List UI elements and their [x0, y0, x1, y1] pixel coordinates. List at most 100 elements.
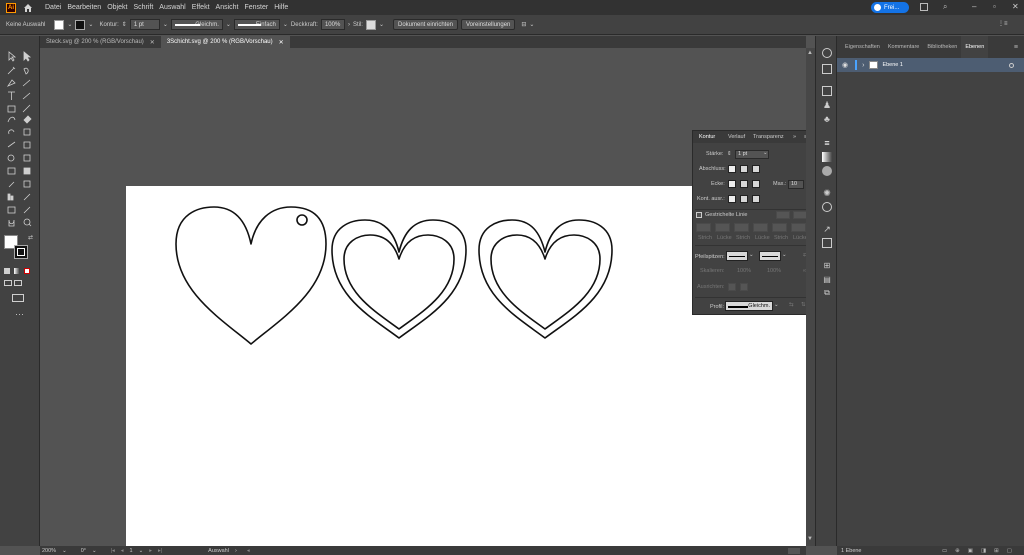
gradient-icon[interactable]: [822, 152, 832, 162]
tool-icons[interactable]: [6, 50, 36, 350]
gap-field[interactable]: [715, 223, 730, 232]
appearance-icon[interactable]: ✺: [822, 188, 832, 198]
graphic-styles-icon[interactable]: [822, 202, 832, 212]
stepper-icon[interactable]: ⇕: [727, 151, 732, 157]
horizontal-scroll-thumb[interactable]: [788, 547, 800, 554]
puppet-icon[interactable]: ♟: [822, 100, 832, 110]
panel-menu-icon[interactable]: ⋮≡: [998, 20, 1008, 27]
tab-verlauf[interactable]: Verlauf: [728, 134, 745, 140]
target-icon[interactable]: [1009, 62, 1014, 68]
tab-eigenschaften[interactable]: Eigenschaften: [841, 36, 884, 58]
search-icon[interactable]: ⌕: [943, 2, 947, 12]
dash-align-icon[interactable]: [793, 211, 807, 219]
dash-field[interactable]: [772, 223, 787, 232]
scale-end-field[interactable]: 100%: [767, 268, 781, 274]
menu-auswahl[interactable]: Auswahl: [156, 4, 188, 11]
chevron-down-icon[interactable]: ⌄: [774, 302, 779, 308]
limit-field[interactable]: 10: [788, 180, 804, 189]
menu-ansicht[interactable]: Ansicht: [213, 4, 242, 11]
chevron-right-icon[interactable]: ›: [235, 548, 237, 554]
stroke-swatch[interactable]: [75, 19, 86, 30]
panel-menu-icon[interactable]: ≡: [1014, 44, 1018, 51]
chevron-down-icon[interactable]: ⌄: [88, 21, 93, 28]
chevron-down-icon[interactable]: ⌄: [763, 150, 768, 156]
home-icon[interactable]: [22, 2, 34, 14]
symbols-icon[interactable]: ♣: [822, 114, 832, 124]
dash-field[interactable]: [734, 223, 749, 232]
round-cap-icon[interactable]: [740, 165, 748, 173]
arrow-align-icon[interactable]: [740, 283, 748, 291]
collapse-icon[interactable]: »: [793, 134, 796, 140]
draw-mode-icon[interactable]: [4, 280, 12, 286]
layer-name[interactable]: Ebene 1: [882, 62, 903, 68]
eye-icon[interactable]: ◉: [842, 61, 848, 69]
arrow-start-select[interactable]: [726, 251, 748, 261]
document-setup-button[interactable]: Dokument einrichten: [392, 19, 459, 30]
align-icon[interactable]: ⊟: [521, 21, 526, 28]
chevron-down-icon[interactable]: ⌄: [92, 548, 97, 554]
arrange-icon[interactable]: [920, 3, 928, 11]
dashed-checkbox[interactable]: [696, 212, 702, 218]
menu-datei[interactable]: Datei: [42, 4, 64, 11]
last-artboard-icon[interactable]: ▸|: [158, 548, 162, 554]
preferences-button[interactable]: Voreinstellungen: [461, 19, 516, 30]
tab-kommentare[interactable]: Kommentare: [884, 36, 924, 58]
chevron-down-icon[interactable]: ⌄: [283, 21, 288, 28]
tab-bibliotheken[interactable]: Bibliotheken: [923, 36, 961, 58]
square-cap-icon[interactable]: [752, 165, 760, 173]
round-join-icon[interactable]: [740, 180, 748, 188]
opacity-field[interactable]: 100%: [320, 19, 345, 30]
variable-width-profile[interactable]: Gleichm.: [170, 19, 223, 30]
scroll-left-icon[interactable]: ◂: [247, 548, 250, 554]
chevron-down-icon[interactable]: ⌄: [782, 252, 787, 258]
transparency-icon[interactable]: [822, 166, 832, 176]
close-icon[interactable]: ✕: [279, 39, 284, 46]
first-artboard-icon[interactable]: |◂: [111, 548, 115, 554]
tab-ebenen[interactable]: Ebenen: [961, 36, 989, 58]
layer-row[interactable]: ◉ › Ebene 1: [837, 58, 1024, 72]
vertical-scrollbar[interactable]: ▲ ▼: [806, 48, 815, 546]
swap-colors-icon[interactable]: ⇄: [28, 234, 33, 241]
dash-exact-icon[interactable]: [776, 211, 790, 219]
chevron-down-icon[interactable]: ⌄: [379, 21, 384, 28]
bevel-join-icon[interactable]: [752, 180, 760, 188]
flip-vertical-icon[interactable]: ⇅: [801, 302, 806, 308]
account-button[interactable]: Frei...: [871, 2, 909, 13]
chevron-right-icon[interactable]: ›: [862, 62, 864, 69]
gap-field[interactable]: [791, 223, 806, 232]
tab-steck[interactable]: Steck.svg @ 200 % (RGB/Vorschau) ✕: [40, 36, 161, 48]
tab-3schicht[interactable]: 3Schicht.svg @ 200 % (RGB/Vorschau) ✕: [160, 36, 290, 48]
scroll-up-icon[interactable]: ▲: [807, 50, 813, 56]
chevron-right-icon[interactable]: ›: [348, 22, 350, 28]
next-artboard-icon[interactable]: ▸: [149, 548, 152, 554]
close-icon[interactable]: ✕: [1012, 2, 1019, 11]
arrow-align-icon[interactable]: [728, 283, 736, 291]
scroll-down-icon[interactable]: ▼: [807, 536, 813, 542]
align-outside-icon[interactable]: [752, 195, 760, 203]
libraries-icon[interactable]: [822, 64, 832, 74]
chevron-down-icon[interactable]: ⌄: [67, 21, 72, 28]
butt-cap-icon[interactable]: [728, 165, 736, 173]
align-panel-icon[interactable]: ▤: [822, 274, 832, 284]
more-tools-icon[interactable]: ···: [15, 309, 24, 319]
dash-field[interactable]: [696, 223, 711, 232]
menu-effekt[interactable]: Effekt: [189, 4, 213, 11]
menu-bearbeiten[interactable]: Bearbeiten: [64, 4, 104, 11]
transform-icon[interactable]: ⊞: [822, 260, 832, 270]
chevron-down-icon[interactable]: ⌄: [163, 21, 168, 28]
tab-kontur[interactable]: Kontur: [699, 134, 715, 140]
menu-schrift[interactable]: Schrift: [130, 4, 156, 11]
style-swatch[interactable]: [365, 19, 376, 30]
profile-select[interactable]: Gleichm.: [725, 301, 773, 311]
layer-actions-icon[interactable]: ▭⊕▣◨⊞▢: [942, 548, 1024, 554]
prev-artboard-icon[interactable]: ◂: [121, 548, 124, 554]
gradient-mode-icon[interactable]: [14, 268, 20, 274]
menu-objekt[interactable]: Objekt: [104, 4, 130, 11]
align-inside-icon[interactable]: [740, 195, 748, 203]
draw-behind-icon[interactable]: [14, 280, 22, 286]
tab-transparenz[interactable]: Transparenz: [753, 134, 784, 140]
menu-hilfe[interactable]: Hilfe: [271, 4, 291, 11]
chevron-down-icon[interactable]: ⌄: [139, 548, 144, 554]
artboards-icon[interactable]: [822, 238, 832, 248]
brush-definition[interactable]: Einfach: [233, 19, 280, 30]
